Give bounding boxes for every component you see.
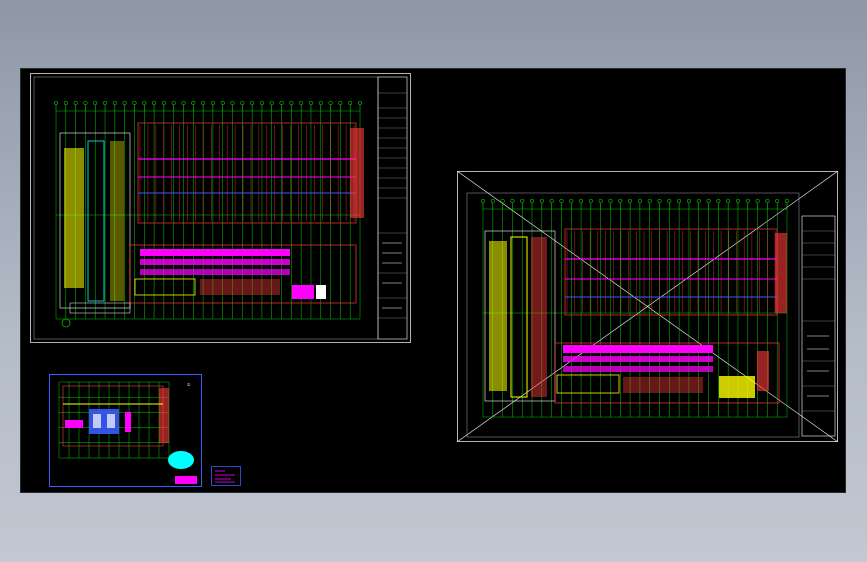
detail-marker: ①: [187, 382, 191, 387]
grid-axis-top: [53, 100, 363, 111]
building-plan-right: [482, 208, 788, 418]
cad-drawing-canvas[interactable]: ①: [20, 68, 846, 493]
legend-note-sheet[interactable]: [211, 466, 241, 486]
floor-plan-sheet-left[interactable]: [30, 73, 411, 343]
detail-plan: [62, 385, 197, 484]
floor-plan-sheet-right[interactable]: [457, 171, 838, 442]
title-block: [377, 76, 408, 340]
title-block-right: [801, 215, 836, 437]
detail-plan-sheet[interactable]: ①: [49, 374, 202, 487]
building-plan: [55, 110, 364, 328]
grid-axis-top-right: [480, 198, 790, 209]
